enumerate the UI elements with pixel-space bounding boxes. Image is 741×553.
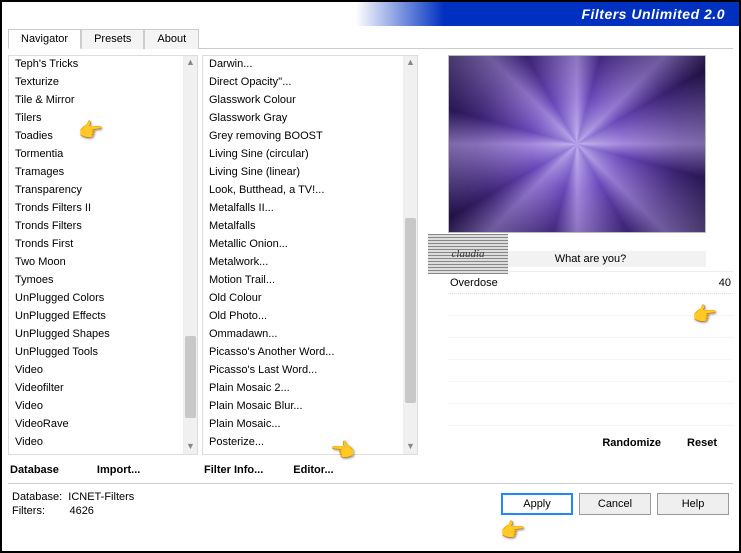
list-item[interactable]: Grey removing BOOST <box>203 128 403 146</box>
list-item[interactable]: Old Photo... <box>203 308 403 326</box>
list-item[interactable]: UnPlugged Tools <box>9 344 183 362</box>
list-item[interactable]: Metalfalls II... <box>203 200 403 218</box>
list-item[interactable]: VideoRave <box>9 416 183 434</box>
database-button[interactable]: Database <box>8 461 61 479</box>
list-item[interactable]: Video <box>9 362 183 380</box>
cancel-button[interactable]: Cancel <box>579 493 651 515</box>
list-item[interactable]: Videofilter <box>9 380 183 398</box>
list-item[interactable]: Teph's Tricks <box>9 56 183 74</box>
list-item[interactable]: Plain Mosaic 2... <box>203 380 403 398</box>
list-item[interactable]: Video <box>9 398 183 416</box>
list-item[interactable]: Tilers <box>9 110 183 128</box>
pointer-icon: 👉 <box>500 518 525 543</box>
list-item[interactable]: Tymoes <box>9 272 183 290</box>
category-list[interactable]: Teph's TricksTexturizeTile & MirrorTiler… <box>8 55 198 455</box>
list-item[interactable]: Old Colour <box>203 290 403 308</box>
apply-button[interactable]: Apply <box>501 493 573 515</box>
list-item[interactable]: UnPlugged Colors <box>9 290 183 308</box>
import-button[interactable]: Import... <box>95 461 142 479</box>
list-item[interactable]: Metallic Onion... <box>203 236 403 254</box>
list-item[interactable]: Posterize... <box>203 434 403 452</box>
preview-image <box>448 55 706 233</box>
list-item[interactable]: Video <box>9 434 183 452</box>
tab-about[interactable]: About <box>144 29 199 49</box>
tab-navigator[interactable]: Navigator <box>8 29 81 49</box>
list-item[interactable]: Rasterline... <box>203 452 403 454</box>
list-item[interactable]: Look, Butthead, a TV!... <box>203 182 403 200</box>
param-name: Overdose <box>450 277 703 289</box>
list-item[interactable]: Plain Mosaic... <box>203 416 403 434</box>
reset-button[interactable]: Reset <box>685 434 719 452</box>
list-item[interactable]: Picasso's Last Word... <box>203 362 403 380</box>
list-item[interactable]: Glasswork Gray <box>203 110 403 128</box>
list-item[interactable]: Metalfalls <box>203 218 403 236</box>
list-item[interactable]: Tramages <box>9 164 183 182</box>
watermark: claudia <box>428 234 508 274</box>
list-item[interactable]: Darwin... <box>203 56 403 74</box>
list-item[interactable]: Ommadawn... <box>203 326 403 344</box>
list-item[interactable]: Tronds Filters II <box>9 200 183 218</box>
editor-button[interactable]: Editor... <box>291 461 335 479</box>
list-item[interactable]: Tronds First <box>9 236 183 254</box>
list-item[interactable]: Direct Opacity''... <box>203 74 403 92</box>
list-item[interactable]: Texturize <box>9 74 183 92</box>
list-item[interactable]: Plain Mosaic Blur... <box>203 398 403 416</box>
list-item[interactable]: Visual Manipulation <box>9 452 183 454</box>
app-title: Filters Unlimited 2.0 <box>581 6 725 22</box>
list-item[interactable]: Picasso's Another Word... <box>203 344 403 362</box>
randomize-button[interactable]: Randomize <box>600 434 663 452</box>
list-item[interactable]: Living Sine (linear) <box>203 164 403 182</box>
scrollbar[interactable]: ▲ ▼ <box>183 56 197 454</box>
db-label: Database: <box>12 491 62 503</box>
list-item[interactable]: Living Sine (circular) <box>203 146 403 164</box>
list-item[interactable]: Glasswork Colour <box>203 92 403 110</box>
list-item[interactable]: Transparency <box>9 182 183 200</box>
list-item[interactable]: UnPlugged Effects <box>9 308 183 326</box>
list-item[interactable]: Two Moon <box>9 254 183 272</box>
help-button[interactable]: Help <box>657 493 729 515</box>
filters-label: Filters: <box>12 505 45 517</box>
scroll-down-icon[interactable]: ▼ <box>404 440 417 454</box>
list-item[interactable]: Motion Trail... <box>203 272 403 290</box>
scroll-up-icon[interactable]: ▲ <box>184 56 197 70</box>
tab-presets[interactable]: Presets <box>81 29 144 49</box>
param-row[interactable]: Overdose 40 <box>448 272 733 294</box>
list-item[interactable]: Metalwork... <box>203 254 403 272</box>
list-item[interactable]: Tile & Mirror <box>9 92 183 110</box>
param-value: 40 <box>703 277 731 289</box>
list-item[interactable]: Tronds Filters <box>9 218 183 236</box>
footer: Database: ICNET-Filters Filters: 4626 Ap… <box>8 483 733 518</box>
filter-list[interactable]: Darwin...Direct Opacity''...Glasswork Co… <box>202 55 418 455</box>
title-bar: Filters Unlimited 2.0 <box>2 2 739 26</box>
filters-value: 4626 <box>69 505 93 517</box>
list-item[interactable]: Tormentia <box>9 146 183 164</box>
list-item[interactable]: UnPlugged Shapes <box>9 326 183 344</box>
filter-info-button[interactable]: Filter Info... <box>202 461 265 479</box>
scroll-down-icon[interactable]: ▼ <box>184 440 197 454</box>
db-value: ICNET-Filters <box>68 491 134 503</box>
tab-bar: Navigator Presets About <box>8 28 733 49</box>
scroll-up-icon[interactable]: ▲ <box>404 56 417 70</box>
scrollbar[interactable]: ▲ ▼ <box>403 56 417 454</box>
list-item[interactable]: Toadies <box>9 128 183 146</box>
